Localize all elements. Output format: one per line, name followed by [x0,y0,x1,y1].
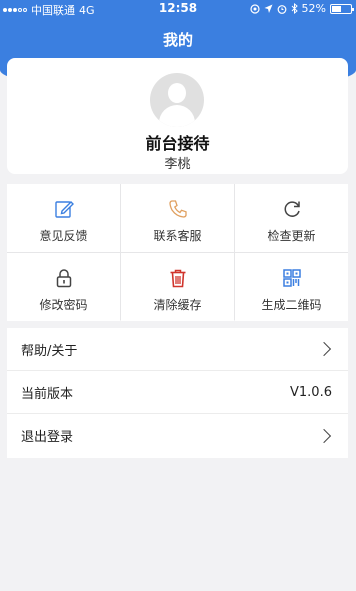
bluetooth-icon [291,3,298,14]
logout-label: 退出登录 [21,430,74,445]
profile-card: 前台接待 李桃 [7,58,348,174]
feedback-label: 意见反馈 [39,229,88,243]
clear-cache-label: 清除缓存 [153,298,202,312]
chevron-right-icon [316,428,332,443]
alarm-icon [277,4,286,14]
generate-qrcode-label: 生成二维码 [261,298,322,312]
contact-service-button[interactable]: 联系客服 [121,184,234,252]
avatar[interactable] [150,73,204,127]
page-title: 我的 [162,31,193,49]
change-password-button[interactable]: 修改密码 [7,253,120,321]
battery-percent: 52% [301,2,326,15]
version-value: V1.0.6 [290,384,332,400]
check-update-button[interactable]: 检查更新 [235,184,348,252]
battery-icon [330,3,354,14]
contact-service-label: 联系客服 [153,229,202,243]
clear-cache-button[interactable]: 清除缓存 [121,253,234,321]
profile-username: 李桃 [164,157,191,172]
logout-row[interactable]: 退出登录 [7,414,348,457]
settings-list: 帮助/关于 当前版本 V1.0.6 退出登录 [7,328,348,458]
version-row: 当前版本 V1.0.6 [7,371,348,414]
feedback-button[interactable]: 意见反馈 [7,184,120,252]
phone-icon [168,200,187,218]
check-update-label: 检查更新 [267,229,316,243]
help-about-row[interactable]: 帮助/关于 [7,328,348,371]
refresh-icon [284,201,300,217]
version-label: 当前版本 [21,386,74,402]
edit-icon [54,201,74,218]
change-password-label: 修改密码 [39,298,88,312]
status-bar: 中国联通 4G 12:58 52% [0,0,356,18]
profile-name: 前台接待 [145,134,210,153]
qrcode-icon [282,269,301,287]
trash-icon [170,269,185,288]
lock-icon [56,269,71,288]
location-icon [264,4,273,13]
chevron-right-icon [316,341,332,357]
generate-qrcode-button[interactable]: 生成二维码 [235,253,348,321]
help-about-label: 帮助/关于 [21,343,78,359]
function-grid: 意见反馈 联系客服 检查更新 修改密码 清除缓存 生成二维码 [7,184,348,321]
orientation-lock-icon [249,3,260,14]
